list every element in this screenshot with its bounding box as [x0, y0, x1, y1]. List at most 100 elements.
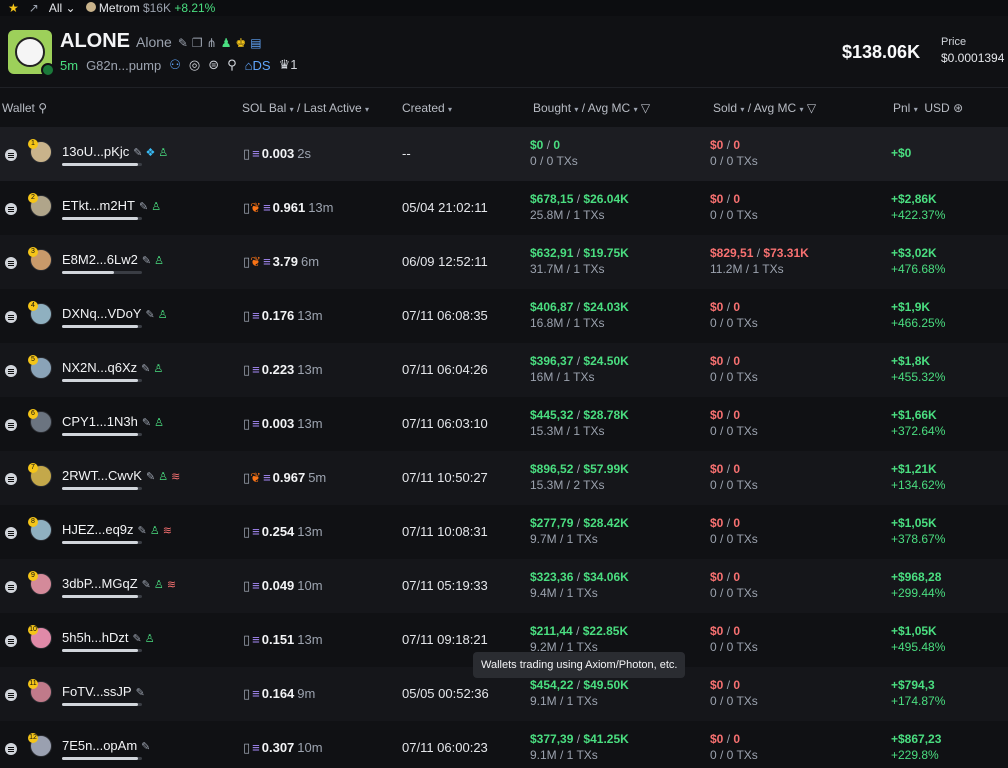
- col-pnl[interactable]: Pnl ▾ USD ⊛: [893, 101, 963, 115]
- token-address[interactable]: G82n...pump: [86, 58, 161, 73]
- edit-icon[interactable]: ✎: [145, 309, 154, 321]
- chat-icon[interactable]: ▤: [250, 36, 261, 50]
- row-menu-icon[interactable]: [5, 149, 17, 161]
- edit-icon[interactable]: ✎: [141, 363, 150, 375]
- user-plus-icon[interactable]: ♙: [158, 147, 168, 159]
- sol-icon: ≡: [252, 362, 260, 377]
- col-created[interactable]: Created ▾: [402, 101, 452, 115]
- edit-icon[interactable]: ✎: [136, 687, 145, 699]
- edit-icon[interactable]: ✎: [146, 471, 155, 483]
- bought-avg-mc: $28.42K: [583, 516, 629, 530]
- team-icon[interactable]: ♚: [235, 36, 246, 50]
- wallet-address[interactable]: FoTV...ssJP ✎: [62, 684, 145, 699]
- copy-icon[interactable]: ❐: [192, 36, 203, 50]
- user-plus-icon[interactable]: ♙: [154, 255, 164, 267]
- star-icon[interactable]: ★: [8, 1, 19, 15]
- wallet-address[interactable]: 7E5n...opAm ✎: [62, 738, 150, 753]
- edit-icon[interactable]: ✎: [133, 633, 142, 645]
- rank-badge: 10: [28, 625, 38, 635]
- rank-badge: 4: [28, 301, 38, 311]
- user-plus-icon[interactable]: ♙: [154, 417, 164, 429]
- user-plus-icon[interactable]: ♙: [153, 363, 163, 375]
- table-row[interactable]: 5 NX2N...q6Xz ✎ ♙ ▯ ≡ 0.223 13m 07/11 06:04:26 $…: [0, 343, 1008, 397]
- created-date: 07/11 10:08:31: [402, 524, 488, 539]
- holding-bar-fill: [62, 271, 114, 274]
- bought-cell: $406,87 / $24.03K 16.8M / 1 TXs: [530, 300, 629, 330]
- col-sold[interactable]: Sold ▾ / Avg MC ▾ ▽: [713, 101, 816, 115]
- row-menu-icon[interactable]: [5, 311, 17, 323]
- col-wallet[interactable]: Wallet ⚲: [2, 101, 47, 115]
- wallet-address[interactable]: ETkt...m2HT ✎ ♙: [62, 198, 161, 213]
- pnl-cell: +$867,23 +229.8%: [891, 732, 941, 762]
- user-plus-icon[interactable]: ♙: [154, 579, 164, 591]
- wallet-address[interactable]: 2RWT...CwvK ✎ ♙ ≋: [62, 468, 180, 483]
- edit-icon[interactable]: ✎: [133, 147, 142, 159]
- wallet-address[interactable]: 3dbP...MGqZ ✎ ♙ ≋: [62, 576, 176, 591]
- token-image[interactable]: [8, 29, 55, 77]
- wallet-address[interactable]: HJEZ...eq9z ✎ ♙ ≋: [62, 522, 172, 537]
- bought-usd: $406,87: [530, 300, 574, 314]
- watch-token[interactable]: Metrom $16K +8.21%: [85, 1, 215, 15]
- row-menu-icon[interactable]: [5, 635, 17, 647]
- wallet-address[interactable]: DXNq...VDoY ✎ ♙: [62, 306, 168, 321]
- edit-icon[interactable]: ✎: [142, 579, 151, 591]
- user-plus-icon[interactable]: ♙: [151, 201, 161, 213]
- table-row[interactable]: 12 7E5n...opAm ✎ ▯ ≡ 0.307 10m 07/11 06:00:23 $3…: [0, 721, 1008, 768]
- sol-icon: ≡: [252, 686, 260, 701]
- table-row[interactable]: 3 E8M2...6Lw2 ✎ ♙ ▯❦ ≡ 3.79 6m 06/09 12:52:11 $6…: [0, 235, 1008, 289]
- wallet-address[interactable]: E8M2...6Lw2 ✎ ♙: [62, 252, 164, 267]
- table-row[interactable]: 8 HJEZ...eq9z ✎ ♙ ≋ ▯ ≡ 0.254 13m 07/11 10:08:3…: [0, 505, 1008, 559]
- chef-icon[interactable]: ♟: [221, 36, 232, 50]
- wallet-address[interactable]: NX2N...q6Xz ✎ ♙: [62, 360, 163, 375]
- token-name: ALONE: [60, 30, 130, 52]
- row-menu-icon[interactable]: [5, 365, 17, 377]
- table-row[interactable]: 9 3dbP...MGqZ ✎ ♙ ≋ ▯ ≡ 0.049 10m 07/11 05:19:3…: [0, 559, 1008, 613]
- sold-txs: 0 / 0 TXs: [710, 640, 758, 654]
- wallet-address[interactable]: 13oU...pKjc ✎ ❖ ♙: [62, 144, 168, 159]
- row-menu-icon[interactable]: [5, 473, 17, 485]
- wallet-address[interactable]: 5h5h...hDzt ✎ ♙: [62, 630, 155, 645]
- row-menu-icon[interactable]: [5, 419, 17, 431]
- menu-circle-icon[interactable]: ⊜: [208, 57, 219, 73]
- usd-toggle[interactable]: USD: [924, 101, 949, 115]
- share-icon[interactable]: ⋔: [207, 36, 217, 50]
- exchange-icon: ▯: [243, 362, 251, 377]
- user-plus-icon[interactable]: ♙: [145, 633, 155, 645]
- edit-icon[interactable]: ✎: [142, 255, 151, 267]
- edit-icon[interactable]: ✎: [142, 417, 151, 429]
- bought-cell: $323,36 / $34.06K 9.4M / 1 TXs: [530, 570, 629, 600]
- table-row[interactable]: 6 CPY1...1N3h ✎ ♙ ▯ ≡ 0.003 13m 07/11 06:03:10 $…: [0, 397, 1008, 451]
- row-menu-icon[interactable]: [5, 203, 17, 215]
- chart-icon[interactable]: ↗: [29, 1, 39, 15]
- search-icon[interactable]: ⚲: [227, 57, 237, 73]
- row-menu-icon[interactable]: [5, 689, 17, 701]
- holders-badge[interactable]: ♛1: [279, 57, 298, 73]
- user-plus-icon[interactable]: ♙: [158, 471, 168, 483]
- row-menu-icon[interactable]: [5, 743, 17, 755]
- user-plus-icon[interactable]: ♙: [150, 525, 160, 537]
- exchange-icon: ▯: [243, 578, 251, 593]
- sort-icon: ▾: [799, 105, 804, 114]
- table-row[interactable]: 4 DXNq...VDoY ✎ ♙ ▯ ≡ 0.176 13m 07/11 06:08:35 $…: [0, 289, 1008, 343]
- wallet-address[interactable]: CPY1...1N3h ✎ ♙: [62, 414, 164, 429]
- edit-icon[interactable]: ✎: [178, 36, 188, 50]
- community-icon[interactable]: ⚇: [169, 57, 181, 73]
- row-menu-icon[interactable]: [5, 257, 17, 269]
- col-sol-bal[interactable]: SOL Bal ▾ / Last Active ▾: [242, 101, 369, 115]
- table-row[interactable]: 1 13oU...pKjc ✎ ❖ ♙ ▯ ≡ 0.003 2s -- $0 / 00 / 0 …: [0, 127, 1008, 181]
- filter-select[interactable]: All ⌄: [49, 1, 76, 15]
- edit-icon[interactable]: ✎: [138, 525, 147, 537]
- avatar: 5: [28, 355, 52, 379]
- row-menu-icon[interactable]: [5, 527, 17, 539]
- dexscreener-link[interactable]: ⌂DS: [245, 58, 271, 73]
- table-row[interactable]: 7 2RWT...CwvK ✎ ♙ ≋ ▯❦ ≡ 0.967 5m 07/11 10:50:2…: [0, 451, 1008, 505]
- edit-icon[interactable]: ✎: [141, 741, 150, 753]
- sol-balance: ▯ ≡ 0.164 9m: [243, 686, 315, 702]
- website-icon[interactable]: ◎: [189, 57, 200, 73]
- last-active: 13m: [297, 632, 323, 647]
- col-bought[interactable]: Bought ▾ / Avg MC ▾ ▽: [533, 101, 650, 115]
- user-plus-icon[interactable]: ♙: [158, 309, 168, 321]
- row-menu-icon[interactable]: [5, 581, 17, 593]
- edit-icon[interactable]: ✎: [139, 201, 148, 213]
- table-row[interactable]: 2 ETkt...m2HT ✎ ♙ ▯❦ ≡ 0.961 13m 05/04 21:02:11…: [0, 181, 1008, 235]
